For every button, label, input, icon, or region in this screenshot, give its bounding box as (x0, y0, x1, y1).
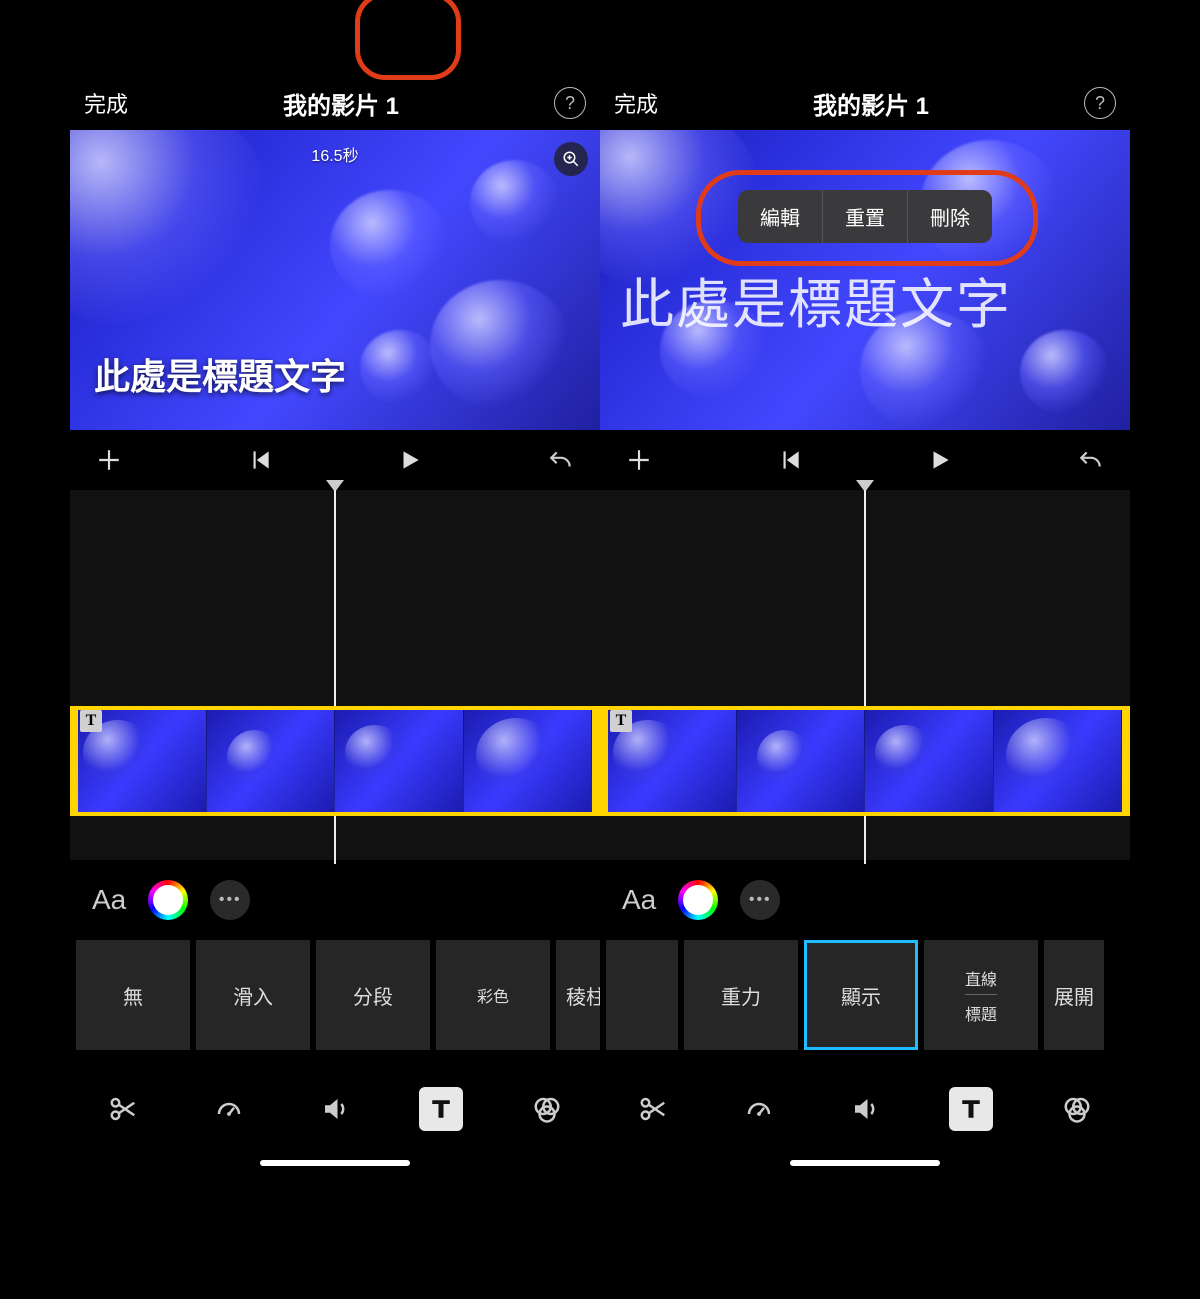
home-indicator (70, 1154, 600, 1199)
color-picker-button[interactable] (148, 880, 188, 920)
style-reveal[interactable]: 顯示 (804, 940, 918, 1050)
skip-back-button[interactable] (245, 445, 275, 475)
volume-tool[interactable] (843, 1087, 887, 1131)
style-slide[interactable]: 滑入 (196, 940, 310, 1050)
play-button[interactable] (925, 445, 955, 475)
video-clip[interactable] (600, 706, 1130, 816)
title-styles-row[interactable]: 無 滑入 分段 彩色 稜柱 (70, 940, 600, 1064)
project-title: 我的影片 1 (283, 86, 399, 121)
title-overlay[interactable]: 此處是標題文字 (94, 348, 346, 400)
project-title: 我的影片 1 (813, 86, 929, 121)
header: 完成 我的影片 1 ? (70, 76, 600, 130)
add-media-button[interactable] (624, 445, 654, 475)
bottom-toolbar (600, 1064, 1130, 1154)
font-button[interactable]: Aa (622, 884, 656, 916)
color-picker-button[interactable] (678, 880, 718, 920)
style-chromatic[interactable]: 彩色 (436, 940, 550, 1050)
titles-tool[interactable] (949, 1087, 993, 1131)
left-screenshot: 完成 我的影片 1 ? 16.5秒 此處是標題文字 (70, 0, 600, 1299)
add-media-button[interactable] (94, 445, 124, 475)
style-expand[interactable]: 展開 (1044, 940, 1104, 1050)
filters-tool[interactable] (525, 1087, 569, 1131)
style-partial[interactable] (606, 940, 678, 1050)
title-badge-icon: T (610, 710, 632, 732)
style-none[interactable]: 無 (76, 940, 190, 1050)
speed-tool[interactable] (737, 1087, 781, 1131)
skip-back-button[interactable] (775, 445, 805, 475)
filters-tool[interactable] (1055, 1087, 1099, 1131)
help-icon[interactable]: ? (1084, 87, 1116, 119)
timeline[interactable]: T (600, 490, 1130, 860)
font-button[interactable]: Aa (92, 884, 126, 916)
scissors-tool[interactable] (631, 1087, 675, 1131)
annotation-highlight (355, 0, 461, 80)
video-preview[interactable]: 16.5秒 此處是標題文字 (70, 130, 600, 430)
video-clip[interactable] (70, 706, 600, 816)
style-line-top: 直線 (965, 966, 997, 995)
title-styles-row[interactable]: 重力 顯示 直線 標題 展開 (600, 940, 1130, 1064)
style-line-bottom: 標題 (965, 1001, 997, 1025)
title-overlay[interactable]: 此處是標題文字 (620, 260, 1130, 339)
header: 完成 我的影片 1 ? (600, 76, 1130, 130)
style-split[interactable]: 分段 (316, 940, 430, 1050)
volume-tool[interactable] (313, 1087, 357, 1131)
more-options-button[interactable]: ••• (740, 880, 780, 920)
scissors-tool[interactable] (101, 1087, 145, 1131)
style-prism[interactable]: 稜柱 (556, 940, 600, 1050)
bottom-toolbar (70, 1064, 600, 1154)
right-screenshot: 完成 我的影片 1 ? 編輯 重置 刪除 此處是標題文字 (600, 0, 1130, 1299)
more-options-button[interactable]: ••• (210, 880, 250, 920)
video-preview[interactable]: 編輯 重置 刪除 此處是標題文字 (600, 130, 1130, 430)
style-line-title[interactable]: 直線 標題 (924, 940, 1038, 1050)
undo-button[interactable] (1076, 445, 1106, 475)
undo-button[interactable] (546, 445, 576, 475)
zoom-icon[interactable] (554, 142, 588, 176)
annotation-highlight (696, 170, 1038, 266)
titles-tool[interactable] (419, 1087, 463, 1131)
timeline[interactable]: T (70, 490, 600, 860)
title-options-bar: Aa ••• (70, 860, 600, 940)
home-indicator (600, 1154, 1130, 1199)
help-icon[interactable]: ? (554, 87, 586, 119)
title-badge-icon: T (80, 710, 102, 732)
done-button[interactable]: 完成 (614, 87, 658, 119)
speed-tool[interactable] (207, 1087, 251, 1131)
timestamp-label: 16.5秒 (311, 142, 358, 166)
style-gravity[interactable]: 重力 (684, 940, 798, 1050)
done-button[interactable]: 完成 (84, 87, 128, 119)
title-options-bar: Aa ••• (600, 860, 1130, 940)
play-button[interactable] (395, 445, 425, 475)
